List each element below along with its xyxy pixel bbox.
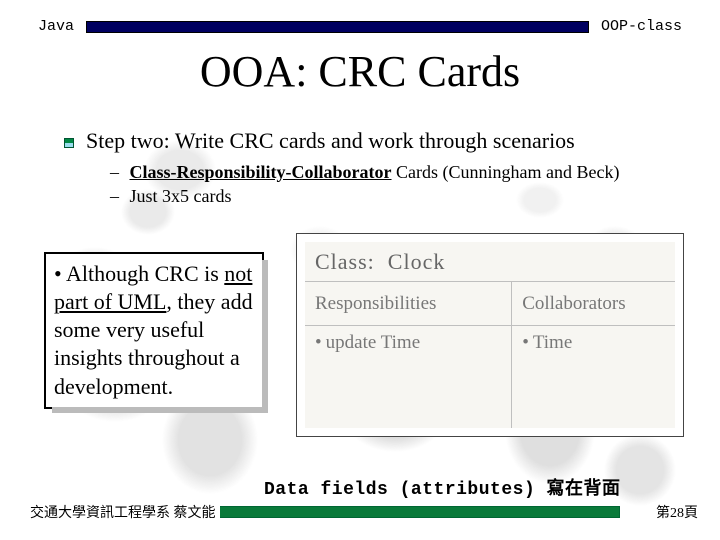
crc-class-label: Class: — [315, 249, 375, 275]
crc-header-row: Responsibilities Collaborators — [305, 282, 675, 326]
crc-class-row: Class: Clock — [305, 242, 675, 282]
note-box: • Although CRC is not part of UML, they … — [44, 252, 264, 409]
crc-class-value: Clock — [388, 249, 446, 275]
subbullet-1: – Class-Responsibility-Collaborator Card… — [110, 160, 690, 184]
crc-collaborators-header: Collaborators — [512, 282, 675, 325]
crc-resp-item: update Time — [326, 332, 420, 353]
subbullet-2-text: Just 3x5 cards — [130, 186, 232, 206]
slide: Java OOP-class OOA: CRC Cards Step two: … — [0, 0, 720, 540]
footer-author: 交通大學資訊工程學系 蔡文能 — [30, 502, 220, 522]
header-left: Java — [38, 18, 74, 35]
dash-icon: – — [110, 186, 119, 206]
crc-collab-item: Time — [533, 332, 572, 353]
subbullet-2: – Just 3x5 cards — [110, 184, 690, 208]
footer-page: 第28頁 — [652, 502, 698, 522]
bullet-icon — [64, 138, 74, 148]
bullet-dot-icon: • — [315, 332, 322, 353]
header-bar — [86, 21, 589, 33]
header-right: OOP-class — [601, 18, 682, 35]
slide-title: OOA: CRC Cards — [0, 46, 720, 97]
bullet-step-text: Step two: Write CRC cards and work throu… — [86, 128, 575, 154]
attributes-note: Data fields (attributes) 寫在背面 — [264, 474, 621, 500]
bullet-step: Step two: Write CRC cards and work throu… — [64, 128, 690, 154]
crc-responsibilities-header: Responsibilities — [305, 282, 512, 325]
crc-collaborators-cell: •Time — [512, 326, 675, 428]
crc-responsibilities-cell: •update Time — [305, 326, 512, 428]
dash-icon: – — [110, 162, 119, 182]
crc-body-row: •update Time •Time — [305, 326, 675, 428]
crc-expansion: Class-Responsibility-Collaborator — [130, 162, 392, 182]
note-lead: • Although CRC is — [54, 261, 224, 286]
crc-expansion-rest: Cards (Cunningham and Beck) — [392, 162, 620, 182]
slide-header: Java OOP-class — [0, 18, 720, 35]
body-content: Step two: Write CRC cards and work throu… — [64, 128, 690, 209]
bullet-dot-icon: • — [522, 332, 529, 353]
crc-card: Class: Clock Responsibilities Collaborat… — [305, 242, 675, 428]
crc-card-image: Class: Clock Responsibilities Collaborat… — [296, 233, 684, 437]
